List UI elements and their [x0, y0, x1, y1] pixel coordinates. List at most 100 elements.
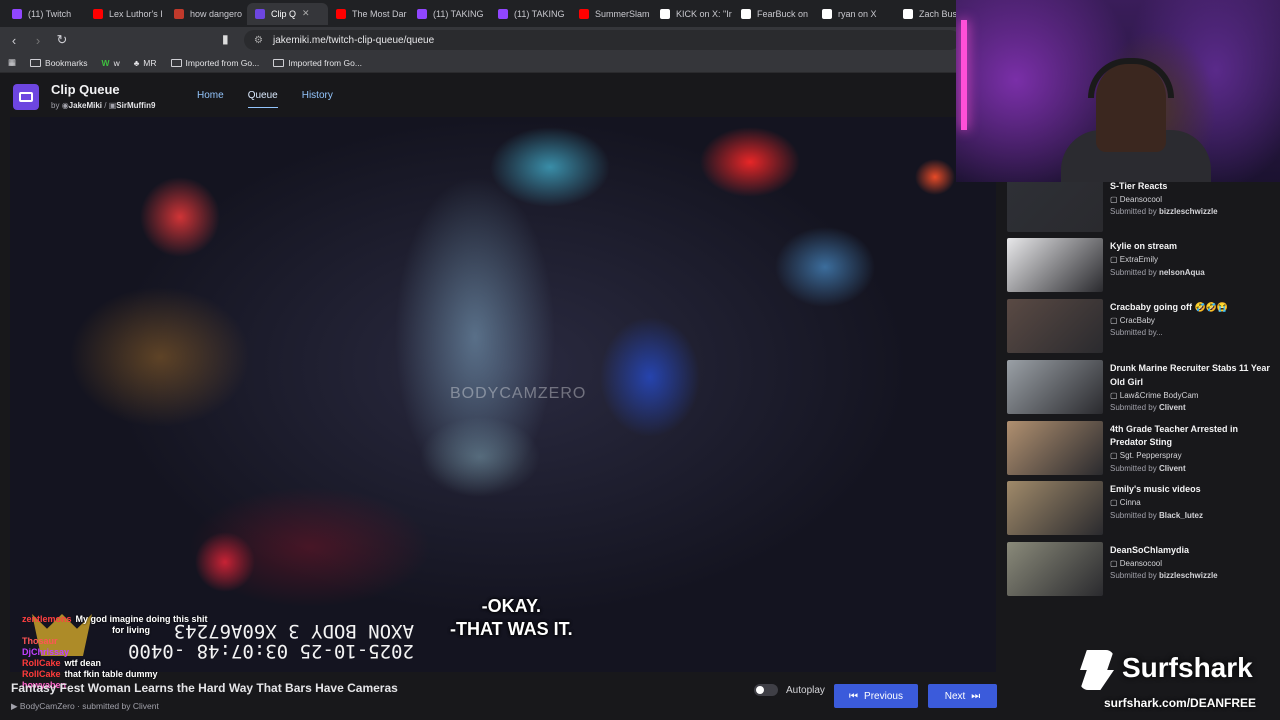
browser-tab[interactable]: FearBuck on: [733, 3, 814, 25]
tab-close-icon[interactable]: ✕: [302, 8, 310, 19]
submitted-prefix: Submitted by: [1110, 403, 1157, 413]
tab-label: Clip Q: [271, 8, 297, 19]
reload-icon[interactable]: ↻: [52, 32, 72, 48]
address-bar[interactable]: ⚙ jakemiki.me/twitch-clip-queue/queue: [244, 30, 960, 50]
chat-username: zentlemons: [22, 614, 72, 624]
clip-queue-logo-icon[interactable]: [13, 84, 39, 110]
sponsor-overlay: Surfshark surfshark.com/DEANFREE: [1078, 646, 1280, 720]
submitted-prefix: Submitted by: [1110, 571, 1157, 581]
browser-tab[interactable]: KICK on X: "Ir: [652, 3, 733, 25]
nav-queue[interactable]: Queue: [247, 90, 278, 108]
tab-label: The Most Dar: [352, 8, 407, 19]
tab-label: (11) TAKING: [514, 8, 565, 19]
tab-favicon-icon: [93, 8, 103, 19]
chat-text: for living: [112, 625, 150, 635]
nav-history[interactable]: History: [302, 90, 333, 108]
chat-username: Thosaur: [22, 636, 58, 646]
chat-message: RollCake that fkin table dummy: [22, 669, 282, 679]
queue-item[interactable]: Emily's music videos ▢ Cinna Submitted by …: [1007, 481, 1267, 537]
source-name: ExtraEmily: [1119, 255, 1159, 265]
browser-tab[interactable]: Clip Q ✕: [247, 2, 328, 25]
browser-tab[interactable]: (11) TAKING: [490, 3, 571, 25]
clip-queue-list: Removing Terry from the apartment▢ Extra…: [1000, 117, 1270, 687]
chat-username: RollCake: [22, 658, 61, 668]
video-player[interactable]: BODYCAMZERO 2025-10-25 03:07:48 -0400 AX…: [10, 117, 996, 672]
queue-item[interactable]: Cracbaby going off 🤣🤣😭 ▢ CracBaby Submitte…: [1007, 299, 1267, 355]
browser-tab[interactable]: (11) TAKING: [409, 3, 490, 25]
autoplay-toggle[interactable]: [754, 684, 778, 696]
browser-tab[interactable]: Lex Luthor's I: [85, 3, 166, 25]
neon-light: [961, 20, 967, 130]
tab-label: how dangero: [190, 8, 243, 19]
browser-toolbar: ‹ › ↻ ▮ ⚙ jakemiki.me/twitch-clip-queue/…: [0, 27, 960, 53]
queue-thumbnail[interactable]: [1007, 359, 1103, 414]
streamer-webcam: [956, 0, 1280, 182]
queue-item-source: ▢ Law&Crime BodyCam: [1110, 390, 1270, 402]
nav-home[interactable]: Home: [197, 90, 224, 108]
tab-label: Lex Luthor's I: [109, 8, 163, 19]
apps-grid-icon[interactable]: ▦: [8, 57, 16, 68]
queue-item[interactable]: Drunk Marine Recruiter Stabs 11 Year Old…: [1007, 359, 1270, 416]
headphones-icon: [1088, 58, 1174, 98]
browser-tab[interactable]: The Most Dar: [328, 3, 409, 25]
queue-thumbnail[interactable]: [1007, 481, 1103, 536]
queue-item[interactable]: DeanSoChlamydia ▢ Deansocool Submitted by …: [1007, 541, 1270, 598]
stream-chat-overlay: zentlemons My god imagine doing this shit…: [22, 614, 282, 691]
previous-button[interactable]: ⏮ Previous: [834, 684, 918, 708]
queue-item[interactable]: S-Tier Reacts ▢ Deansocool Submitted by bi…: [1007, 177, 1270, 234]
chat-text: wtf dean: [64, 658, 102, 668]
chat-message: DjChrissay: [22, 647, 282, 657]
tab-label: ryan on X: [838, 8, 877, 19]
submitted-prefix: Submitted by: [1110, 510, 1157, 520]
bookmark-icon[interactable]: ▮: [222, 32, 229, 46]
tab-favicon-icon: [498, 8, 508, 19]
bookmark-item[interactable]: ♣ MR: [134, 58, 157, 68]
submitted-prefix: Submitted by: [1110, 267, 1157, 277]
queue-item-title: Drunk Marine Recruiter Stabs 11 Year Old…: [1110, 362, 1270, 387]
queue-thumbnail[interactable]: [1007, 420, 1103, 475]
author-link[interactable]: SirMuffin9: [116, 101, 155, 110]
browser-tab[interactable]: SummerSlam: [571, 3, 652, 25]
browser-tab[interactable]: (11) Twitch: [4, 3, 85, 25]
chat-username: DjChrissay: [22, 647, 70, 657]
source-name: Sgt. Pepperspray: [1119, 451, 1182, 461]
queue-item-text: DeanSoChlamydia ▢ Deansocool Submitted by …: [1110, 544, 1270, 583]
source-icon: ▢: [1110, 255, 1120, 265]
forward-icon[interactable]: ›: [28, 33, 48, 48]
queue-item-submitter: Submitted by Clivent: [1110, 463, 1270, 475]
chat-text: My god imagine doing this shit: [75, 614, 208, 624]
back-icon[interactable]: ‹: [4, 33, 24, 48]
browser-tab[interactable]: how dangero: [166, 3, 247, 25]
folder-icon: [273, 58, 285, 67]
bookmark-item[interactable]: Ww: [102, 58, 120, 68]
clip-title: Fantasy Fest Woman Learns the Hard Way T…: [11, 681, 398, 695]
queue-thumbnail[interactable]: [1007, 541, 1103, 596]
bookmark-item[interactable]: Bookmarks: [30, 58, 88, 68]
queue-item[interactable]: Kylie on stream ▢ ExtraEmily Submitted by …: [1007, 238, 1267, 294]
queue-item[interactable]: 4th Grade Teacher Arrested in Predator S…: [1007, 420, 1270, 477]
queue-item-submitter: Submitted by bizzleschwizzle: [1110, 206, 1270, 218]
queue-item-source: ▢ CracBaby: [1110, 315, 1270, 327]
submitted-prefix: Submitted by...: [1110, 328, 1163, 338]
author-link[interactable]: JakeMiki: [69, 101, 102, 110]
queue-thumbnail[interactable]: [1007, 299, 1103, 354]
source-icon: ▢: [1110, 194, 1120, 204]
next-button[interactable]: Next ⏭: [928, 684, 997, 708]
queue-item-source: ▢ Deansocool: [1110, 558, 1270, 570]
tab-label: KICK on X: "Ir: [676, 8, 732, 19]
browser-tab[interactable]: ryan on X: [814, 3, 895, 25]
site-info-icon[interactable]: ⚙: [254, 35, 263, 46]
submitted-prefix: Submitted by: [1110, 207, 1157, 217]
queue-item-submitter: Submitted by bizzleschwizzle: [1110, 570, 1270, 582]
sponsor-name: Surfshark: [1122, 652, 1253, 683]
queue-thumbnail[interactable]: [1007, 177, 1103, 232]
queue-item-title: S-Tier Reacts: [1110, 180, 1168, 191]
queue-thumbnail[interactable]: [1007, 238, 1103, 293]
tab-favicon-icon: [336, 8, 346, 19]
bookmark-item[interactable]: Imported from Go...: [273, 58, 362, 68]
queue-item-text: 4th Grade Teacher Arrested in Predator S…: [1110, 423, 1270, 476]
chat-message: for living: [22, 625, 282, 635]
bookmark-item[interactable]: Imported from Go...: [170, 58, 259, 68]
queue-item-text: Emily's music videos ▢ Cinna Submitted by …: [1110, 483, 1270, 522]
queue-item-title: Emily's music videos: [1110, 484, 1201, 495]
